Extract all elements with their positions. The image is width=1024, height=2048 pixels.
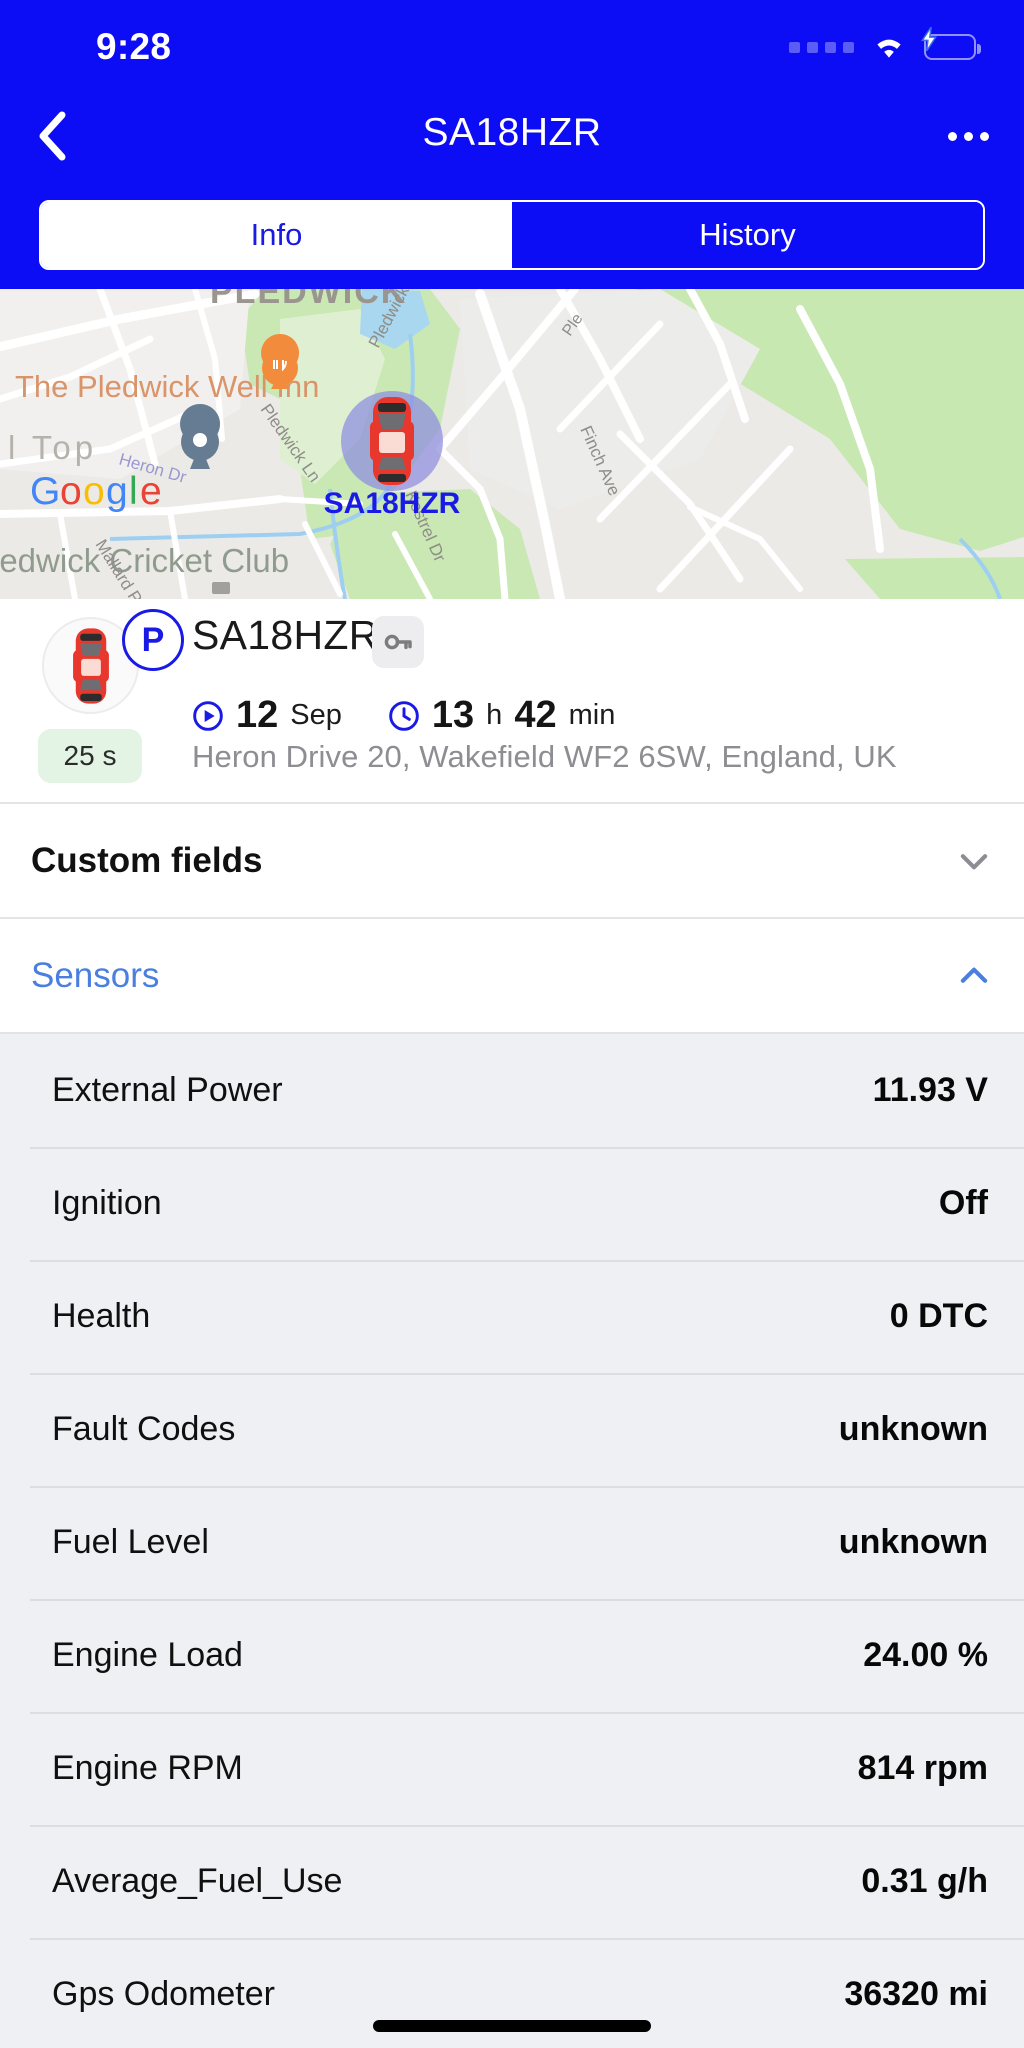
map-view[interactable]: PLEDWICK The Pledwick Well Inn l Top led… [0,289,1024,599]
sensor-row[interactable]: Engine RPM 814 rpm [0,1712,1024,1825]
key-icon [384,634,412,650]
vehicle-start-date: 12 Sep [192,694,342,737]
section-sensors-title: Sensors [31,955,160,995]
svg-text:l: l [129,470,138,513]
sensor-label: Average_Fuel_Use [52,1862,343,1900]
segmented-tabs: Info History [39,200,985,270]
google-logo: G o o g l e [30,470,162,513]
sensor-label: Engine Load [52,1636,243,1674]
app-screen: 9:28 SA18HZR Info History PLEDWICK The P… [0,0,1024,2048]
status-bar: 9:28 [0,0,1024,96]
sensor-label: External Power [52,1071,283,1109]
sensor-value: 814 rpm [857,1749,988,1787]
sensor-row[interactable]: Fuel Level unknown [0,1486,1024,1599]
sensor-row[interactable]: Health 0 DTC [0,1260,1024,1373]
vehicle-name: SA18HZR [192,612,379,658]
minutes-value: 42 [514,694,557,736]
minutes-unit: min [568,699,616,731]
section-sensors[interactable]: Sensors [0,919,1024,1034]
map-small-icon [212,582,230,594]
map-canvas: PLEDWICK The Pledwick Well Inn l Top led… [0,289,1024,599]
svg-text:o: o [60,470,82,513]
sensor-row[interactable]: External Power 11.93 V [0,1034,1024,1147]
sensor-value: unknown [838,1410,988,1448]
vehicle-metrics: 12 Sep 13 h 42 min [192,694,615,737]
svg-text:G: G [30,470,60,513]
map-label-cricket-club: ledwick Cricket Club [0,542,289,579]
sensor-list: External Power 11.93 V Ignition Off Heal… [0,1034,1024,2048]
svg-text:o: o [83,470,105,513]
chevron-down-icon [960,853,988,869]
duration-badge: 25 s [38,729,142,783]
section-custom-fields[interactable]: Custom fields [0,804,1024,919]
sensor-row[interactable]: Ignition Off [0,1147,1024,1260]
vehicle-summary-card[interactable]: P SA18HZR 12 Sep 13 h 42 min 25 s Heron … [0,599,1024,804]
play-circle-icon [193,700,223,731]
sensor-value: 36320 mi [844,1975,988,2013]
hours-unit: h [486,699,503,731]
tab-history[interactable]: History [512,202,983,268]
app-header: 9:28 SA18HZR Info History [0,0,1024,289]
date-value: 12 [236,694,279,736]
battery-charging-icon [920,26,981,60]
tab-info[interactable]: Info [41,202,512,268]
sensor-value: 24.00 % [863,1636,988,1674]
parking-badge: P [122,609,184,671]
car-top-view-icon [72,627,109,704]
sensor-value: Off [938,1184,988,1222]
sensor-label: Gps Odometer [52,1975,275,2013]
section-custom-fields-title: Custom fields [31,840,263,880]
clock-icon [389,700,419,731]
page-title: SA18HZR [422,111,602,154]
sensor-value: 0.31 g/h [861,1862,988,1900]
map-label-pledwick: PLEDWICK [210,289,407,311]
sensor-value: 11.93 V [872,1071,988,1109]
sensor-row[interactable]: Engine Load 24.00 % [0,1599,1024,1712]
sensor-label: Fuel Level [52,1523,209,1561]
sensor-label: Ignition [52,1184,162,1222]
home-indicator [373,2020,651,2032]
status-bar-indicators [789,26,981,60]
more-options-button[interactable] [936,104,1000,168]
hours-value: 13 [431,694,475,736]
nav-bar: SA18HZR [0,96,1024,188]
svg-text:e: e [140,470,162,513]
chevron-up-icon [960,967,988,983]
sensor-value: unknown [838,1523,988,1561]
map-marker-label: SA18HZR [324,487,461,520]
tab-info-label: Info [250,217,303,252]
sensor-row[interactable]: Fault Codes unknown [0,1373,1024,1486]
sensor-label: Fault Codes [52,1410,236,1448]
sensor-row[interactable]: Average_Fuel_Use 0.31 g/h [0,1825,1024,1938]
status-bar-time: 9:28 [96,26,172,67]
key-button[interactable] [372,616,424,668]
wifi-icon [877,39,901,58]
vehicle-duration: 13 h 42 min [388,694,615,737]
more-horizontal-icon [947,131,957,141]
vehicle-address: Heron Drive 20, Wakefield WF2 6SW, Engla… [192,739,897,774]
tab-history-label: History [699,217,796,252]
map-label-l-top: l Top [8,429,97,466]
date-unit: Sep [290,699,342,731]
sensor-label: Engine RPM [52,1749,243,1787]
sensor-value: 0 DTC [889,1297,988,1335]
sensor-label: Health [52,1297,151,1335]
signal-dots-icon [789,41,854,53]
svg-text:g: g [106,470,128,513]
